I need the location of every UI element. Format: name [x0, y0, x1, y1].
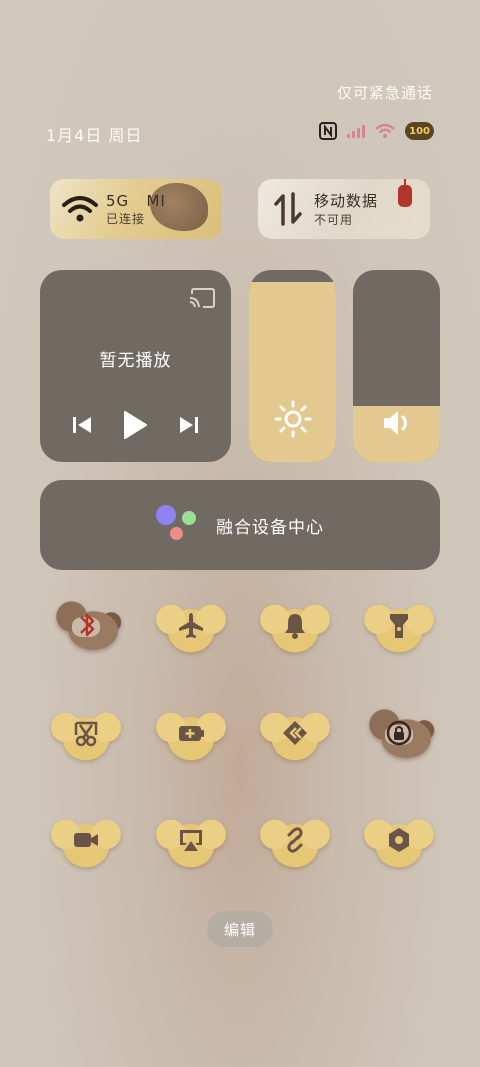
screen-cast-icon [180, 830, 202, 851]
edit-button[interactable]: 编辑 [207, 911, 273, 947]
wifi-tile[interactable]: 5G MI 已连接 [50, 179, 222, 239]
screen-record-icon [74, 833, 98, 847]
flashlight-icon [390, 614, 408, 638]
rotation-lock-icon [386, 720, 412, 746]
date-text: 1月4日 周日 [46, 126, 143, 145]
link-icon [287, 827, 303, 853]
quick-toggle-rotation-lock[interactable] [363, 705, 435, 761]
quick-toggle-screen-cast[interactable] [155, 812, 227, 868]
brightness-icon [274, 400, 311, 438]
quick-toggle-battery-saver[interactable] [155, 705, 227, 761]
bluetooth-icon [80, 613, 95, 637]
volume-slider[interactable] [353, 270, 440, 462]
media-player-card[interactable]: 暂无播放 [40, 270, 231, 462]
quick-toggle-settings[interactable] [363, 812, 435, 868]
nfc-icon [319, 122, 338, 140]
quick-toggle-link[interactable] [259, 812, 331, 868]
previous-icon[interactable] [71, 415, 93, 435]
screenshot-icon [74, 721, 98, 747]
media-title: 暂无播放 [99, 351, 172, 371]
emergency-calls-only-text: 仅可紧急通话 [336, 84, 433, 102]
battery-icon: 100 [405, 122, 434, 140]
device-center-card[interactable]: 融合设备中心 [40, 480, 440, 570]
wifi-tile-icon [60, 189, 100, 229]
lantern-decoration [398, 185, 412, 207]
airplane-icon [179, 613, 203, 638]
bell-icon [285, 614, 305, 639]
quick-toggle-bluetooth[interactable] [50, 597, 122, 653]
quick-toggle-flashlight[interactable] [363, 597, 435, 653]
battery-saver-icon [179, 726, 204, 741]
cast-icon[interactable] [189, 288, 215, 308]
quick-toggle-bell[interactable] [259, 597, 331, 653]
quick-toggle-airplane[interactable] [155, 597, 227, 653]
device-center-label: 融合设备中心 [216, 517, 324, 538]
wifi-status: 已连接 [106, 211, 146, 226]
volume-icon [383, 411, 407, 435]
play-icon[interactable] [122, 410, 148, 440]
brightness-slider[interactable] [249, 270, 336, 462]
wifi-icon [375, 123, 395, 138]
mobile-data-label: 移动数据 [314, 192, 379, 210]
mobile-data-icon [268, 189, 308, 229]
device-center-logo-icon [156, 505, 200, 545]
next-icon[interactable] [178, 415, 200, 435]
quick-toggle-screenshot[interactable] [50, 705, 122, 761]
signal-icon [347, 124, 366, 138]
wifi-network-name: 5G MI [106, 191, 166, 210]
mobile-data-status: 不可用 [314, 213, 354, 227]
mobile-data-tile[interactable]: 移动数据 不可用 [258, 179, 430, 239]
media-controls [40, 410, 231, 440]
settings-icon [389, 828, 409, 852]
share-icon [283, 721, 307, 745]
quick-toggle-share[interactable] [259, 705, 331, 761]
status-icons: 100 [319, 122, 434, 140]
quick-toggle-screen-record[interactable] [50, 812, 122, 868]
